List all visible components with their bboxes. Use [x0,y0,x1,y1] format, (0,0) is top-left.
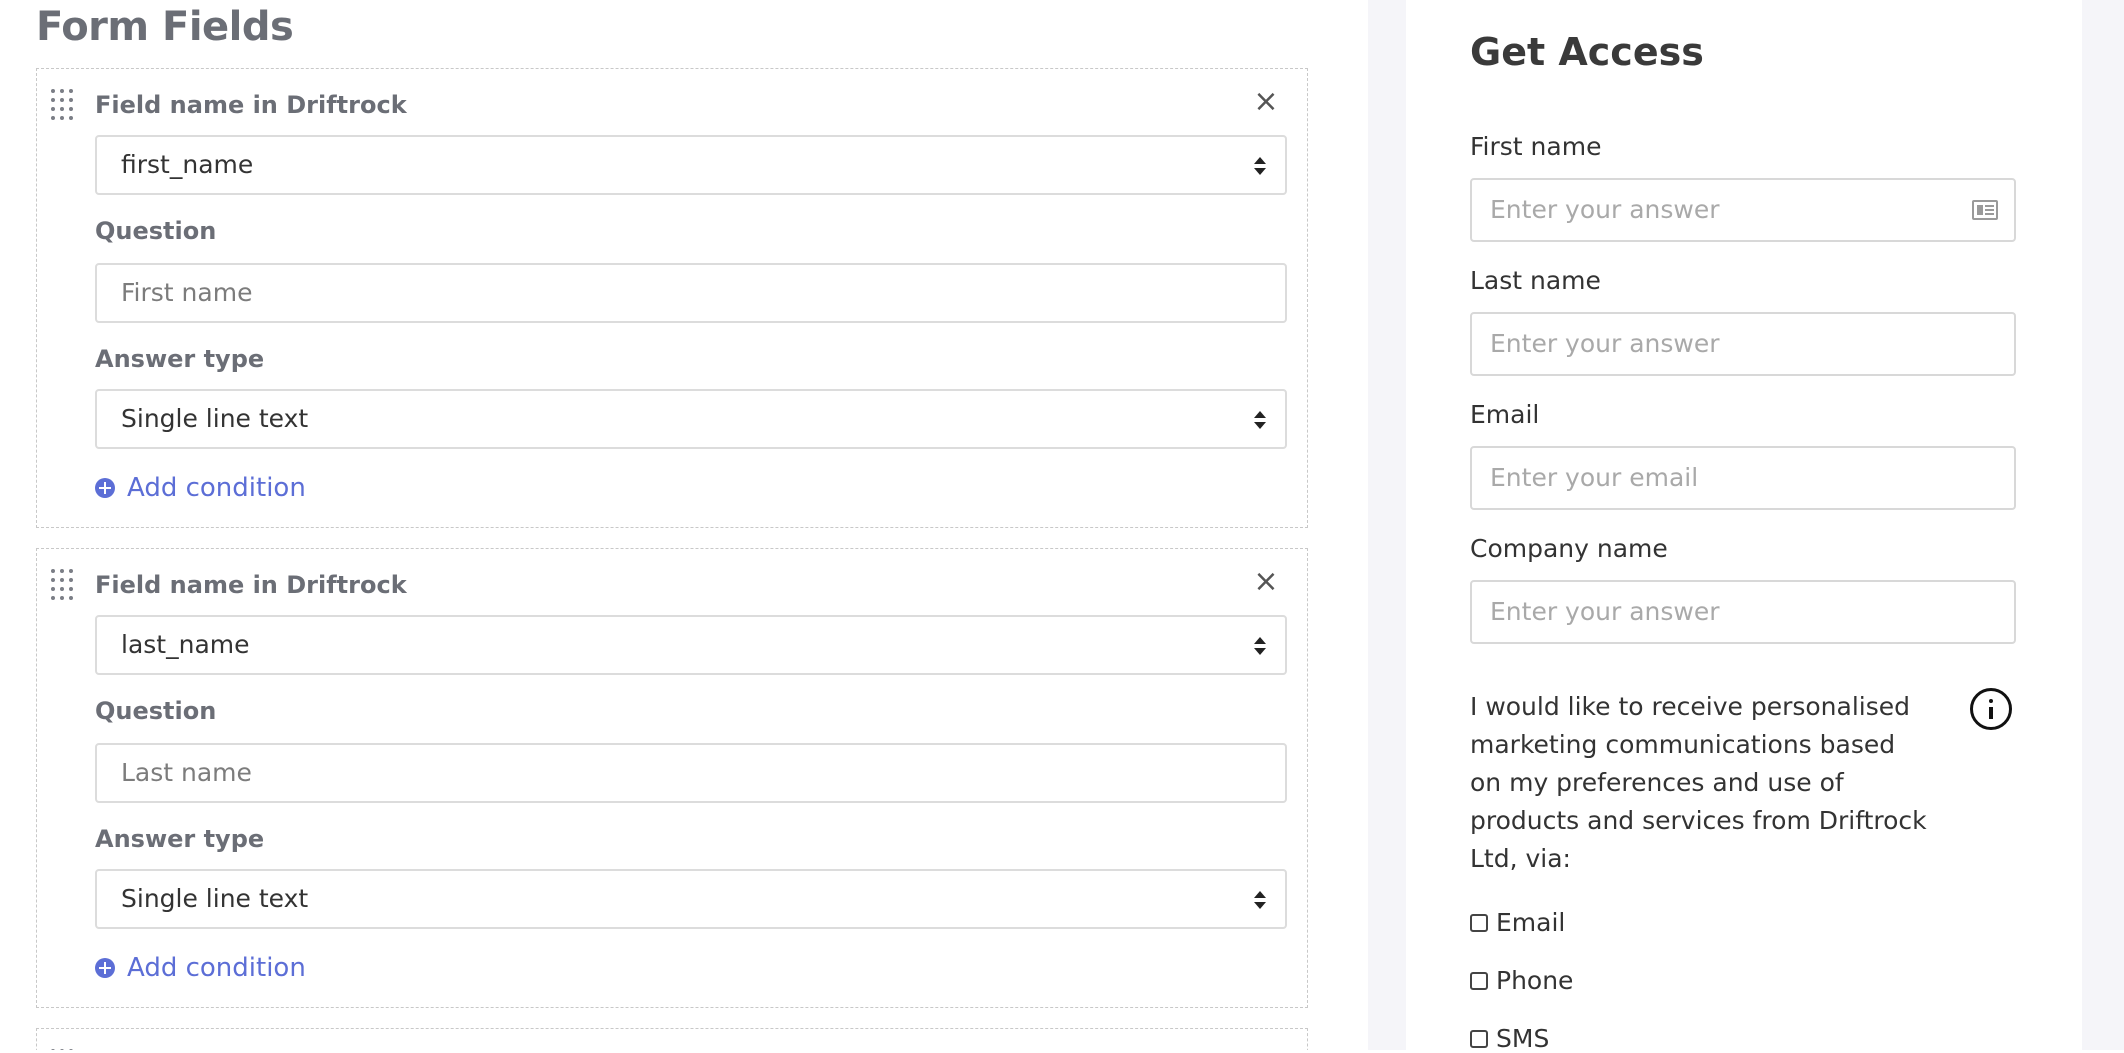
input-placeholder: Enter your answer [1490,597,1720,626]
channel-label: Email [1496,908,1566,937]
field-name-value: last_name [121,630,250,659]
add-condition-label: Add condition [127,953,306,983]
answer-type-value: Single line text [121,884,309,913]
add-condition-button[interactable]: Add condition [95,953,306,983]
preview-label-last-name: Last name [1470,266,1601,295]
plus-circle-icon [95,478,115,498]
field-name-select[interactable]: first_name [95,135,1287,195]
answer-type-value: Single line text [121,404,309,433]
drag-handle-icon[interactable] [51,89,75,120]
preview-input-last-name[interactable]: Enter your answer [1470,312,2016,376]
channel-sms-option[interactable]: SMS [1470,1024,1549,1053]
add-condition-button[interactable]: Add condition [95,473,306,503]
question-label: Question [95,697,217,725]
answer-type-label: Answer type [95,345,265,373]
answer-type-select[interactable]: Single line text [95,869,1287,929]
consent-text: I would like to receive personalised mar… [1470,692,1927,873]
field-card: × Field name in Driftrock first_name Que… [36,68,1308,528]
checkbox[interactable] [1470,1029,1488,1048]
question-input[interactable]: Last name [95,743,1287,803]
answer-type-label: Answer type [95,825,265,853]
select-arrows-icon [1253,891,1267,909]
preview-title: Get Access [1470,30,1704,74]
field-name-label: Field name in Driftrock [95,571,407,599]
question-label: Question [95,217,217,245]
field-card [36,1028,1308,1050]
preview-label-company-name: Company name [1470,534,1668,563]
field-name-value: first_name [121,150,254,179]
preview-input-email[interactable]: Enter your email [1470,446,2016,510]
checkbox[interactable] [1470,971,1488,990]
preview-label-email: Email [1470,400,1540,429]
contact-card-icon [1972,200,1998,220]
preview-label-first-name: First name [1470,132,1602,161]
plus-circle-icon [95,958,115,978]
select-arrows-icon [1253,411,1267,429]
preview-input-first-name[interactable]: Enter your answer [1470,178,2016,242]
channel-phone-option[interactable]: Phone [1470,966,1573,995]
input-placeholder: Enter your email [1490,463,1699,492]
channel-label: Phone [1496,966,1574,995]
drag-handle-icon[interactable] [51,569,75,600]
form-preview: Get Access First name Enter your answer … [1406,0,2082,1053]
select-arrows-icon [1253,157,1267,175]
remove-field-button[interactable]: × [1251,87,1281,117]
channel-label: SMS [1496,1024,1550,1053]
info-icon[interactable] [1970,688,2012,730]
input-placeholder: Enter your answer [1490,195,1720,224]
channel-email-option[interactable]: Email [1470,908,1565,937]
question-input[interactable]: First name [95,263,1287,323]
field-name-select[interactable]: last_name [95,615,1287,675]
form-fields-editor: Form Fields × Field name in Driftrock fi… [0,0,1368,1050]
checkbox[interactable] [1470,913,1488,932]
preview-input-company-name[interactable]: Enter your answer [1470,580,2016,644]
answer-type-select[interactable]: Single line text [95,389,1287,449]
remove-field-button[interactable]: × [1251,567,1281,597]
add-condition-label: Add condition [127,473,306,503]
section-title: Form Fields [36,4,294,50]
input-placeholder: Enter your answer [1490,329,1720,358]
field-name-label: Field name in Driftrock [95,91,407,119]
select-arrows-icon [1253,637,1267,655]
field-card: × Field name in Driftrock last_name Ques… [36,548,1308,1008]
